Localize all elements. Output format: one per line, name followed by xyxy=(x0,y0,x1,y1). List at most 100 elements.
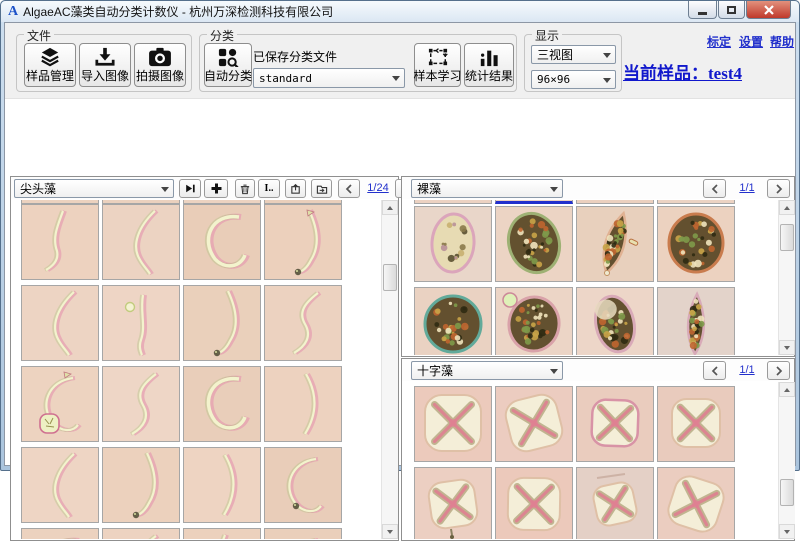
algae-tile[interactable] xyxy=(21,204,99,280)
algae-tile[interactable] xyxy=(264,447,342,523)
species-select-top-right[interactable]: 裸藻 xyxy=(411,179,563,198)
algae-tile-partial[interactable] xyxy=(576,200,654,204)
algae-tile[interactable] xyxy=(576,467,654,539)
rename-button[interactable]: I.. xyxy=(258,179,280,198)
current-sample-link[interactable]: 当前样品：test4 xyxy=(623,59,742,84)
algae-tile[interactable] xyxy=(102,528,180,539)
scroll-thumb[interactable] xyxy=(780,224,794,251)
calibrate-link[interactable]: 标定 xyxy=(707,33,731,50)
algae-tile[interactable] xyxy=(264,285,342,361)
page-indicator-bottom-right[interactable]: 1/1 xyxy=(730,364,764,376)
scroll-down-icon xyxy=(784,530,790,534)
algae-tile[interactable] xyxy=(21,285,99,361)
scroll-down-icon xyxy=(784,346,790,350)
algae-tile[interactable] xyxy=(414,206,492,282)
capture-image-button[interactable]: 拍摄图像 xyxy=(134,43,186,87)
algae-tile[interactable] xyxy=(657,467,735,539)
algae-tile[interactable] xyxy=(183,285,261,361)
delete-button[interactable] xyxy=(235,179,255,198)
scroll-up-button[interactable] xyxy=(779,200,795,215)
algae-tile[interactable] xyxy=(495,206,573,282)
thumb-size-select[interactable]: 96×96 xyxy=(531,70,616,89)
algae-tile[interactable] xyxy=(576,206,654,282)
algae-tile[interactable] xyxy=(657,386,735,462)
stats-result-label: 统计结果 xyxy=(465,67,513,84)
algae-tile[interactable] xyxy=(102,285,180,361)
next-page-button[interactable] xyxy=(767,361,790,380)
settings-link[interactable]: 设置 xyxy=(739,33,763,50)
thumbnail-grid-bottom-right xyxy=(403,382,778,539)
page-indicator-left[interactable]: 1/24 xyxy=(362,182,394,194)
algae-tile[interactable] xyxy=(264,204,342,280)
next-page-button[interactable] xyxy=(767,179,790,198)
species-select-bottom-right[interactable]: 十字藻 xyxy=(411,361,563,380)
algae-tile-partial[interactable] xyxy=(657,200,735,204)
play-to-end-button[interactable] xyxy=(179,179,201,198)
app-icon: A xyxy=(8,4,18,20)
algae-tile[interactable] xyxy=(576,287,654,355)
scroll-thumb[interactable] xyxy=(780,479,794,506)
title-bar[interactable]: A AlgaeAC藻类自动分类计数仪 - 杭州万深检测科技有限公司 xyxy=(1,1,799,22)
algae-tile[interactable] xyxy=(21,366,99,442)
scroll-down-button[interactable] xyxy=(779,340,795,355)
algae-tile-partial[interactable] xyxy=(495,200,573,204)
prev-page-button[interactable] xyxy=(703,179,726,198)
algae-tile[interactable] xyxy=(183,447,261,523)
sample-learn-button[interactable]: 样本学习 xyxy=(414,43,461,87)
move-to-folder-button[interactable] xyxy=(311,179,332,198)
algae-tile[interactable] xyxy=(21,528,99,539)
algae-tile[interactable] xyxy=(183,528,261,539)
export-icon xyxy=(290,183,302,195)
minimize-button[interactable] xyxy=(688,1,717,19)
sample-manage-label: 样品管理 xyxy=(26,67,74,84)
panel-species-left: 尖头藻 I.. xyxy=(10,176,399,541)
algae-tile[interactable] xyxy=(21,447,99,523)
algae-tile-partial[interactable] xyxy=(414,200,492,204)
add-button[interactable] xyxy=(204,179,228,198)
algae-tile[interactable] xyxy=(414,287,492,355)
chevron-left-icon xyxy=(711,366,719,376)
algae-tile[interactable] xyxy=(264,366,342,442)
species-select-left[interactable]: 尖头藻 xyxy=(14,179,174,198)
algae-tile[interactable] xyxy=(183,204,261,280)
algae-tile[interactable] xyxy=(495,287,573,355)
chevron-down-icon xyxy=(161,187,169,192)
scrollbar-top-right-panel[interactable] xyxy=(778,200,795,355)
algae-tile[interactable] xyxy=(495,467,573,539)
algae-tile[interactable] xyxy=(495,386,573,462)
auto-classify-button[interactable]: 自动分类 xyxy=(204,43,252,87)
stats-result-button[interactable]: 统计结果 xyxy=(464,43,514,87)
export-button[interactable] xyxy=(285,179,306,198)
help-link[interactable]: 帮助 xyxy=(770,33,794,50)
scrollbar-bottom-right-panel[interactable] xyxy=(778,382,795,539)
scrollbar-left-panel[interactable] xyxy=(381,200,398,539)
view-mode-select[interactable]: 三视图 xyxy=(531,45,616,64)
algae-tile[interactable] xyxy=(102,366,180,442)
prev-page-button[interactable] xyxy=(338,179,360,198)
algae-tile[interactable] xyxy=(576,386,654,462)
import-image-button[interactable]: 导入图像 xyxy=(79,43,131,87)
window-title: AlgaeAC藻类自动分类计数仪 - 杭州万深检测科技有限公司 xyxy=(23,3,333,20)
prev-page-button[interactable] xyxy=(703,361,726,380)
algae-tile[interactable] xyxy=(102,447,180,523)
algae-tile[interactable] xyxy=(657,287,735,355)
saved-classify-file-select[interactable]: standard xyxy=(253,68,405,88)
thumbnail-grid-top-right xyxy=(403,200,778,355)
algae-tile[interactable] xyxy=(183,366,261,442)
scroll-down-button[interactable] xyxy=(779,524,795,539)
page-indicator-top-right[interactable]: 1/1 xyxy=(730,182,764,194)
algae-tile[interactable] xyxy=(414,467,492,539)
algae-tile[interactable] xyxy=(102,204,180,280)
scroll-down-button[interactable] xyxy=(382,524,398,539)
scroll-thumb[interactable] xyxy=(383,264,397,291)
capture-image-label: 拍摄图像 xyxy=(136,67,184,84)
species-value-left: 尖头藻 xyxy=(20,180,56,197)
algae-tile[interactable] xyxy=(414,386,492,462)
sample-manage-button[interactable]: 样品管理 xyxy=(24,43,76,87)
algae-tile[interactable] xyxy=(657,206,735,282)
algae-tile[interactable] xyxy=(264,528,342,539)
scroll-up-button[interactable] xyxy=(779,382,795,397)
maximize-button[interactable] xyxy=(718,1,745,19)
scroll-up-button[interactable] xyxy=(382,200,398,215)
close-button[interactable] xyxy=(746,1,791,19)
